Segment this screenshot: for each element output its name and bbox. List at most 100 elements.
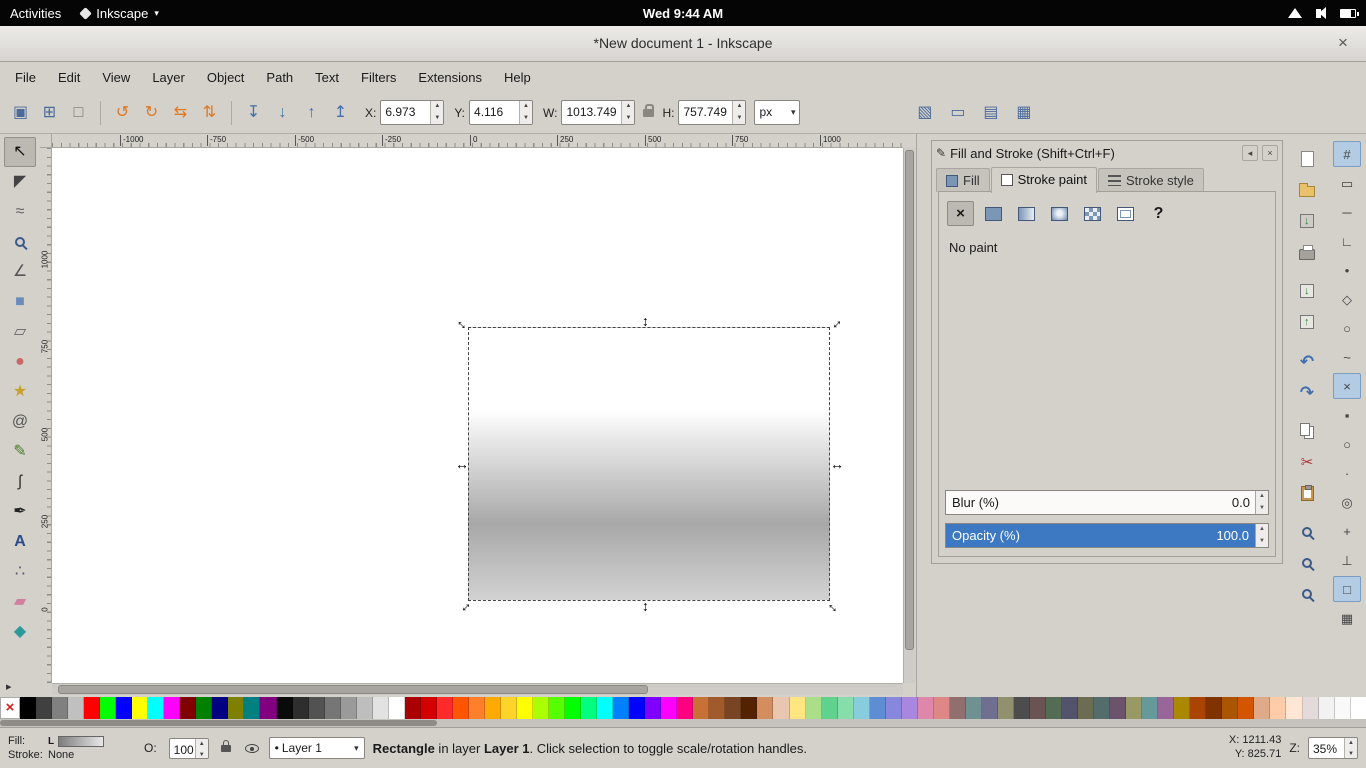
palette-swatch[interactable] — [693, 697, 709, 719]
palette-swatch[interactable] — [1222, 697, 1238, 719]
palette-swatch[interactable] — [36, 697, 52, 719]
palette-swatch[interactable] — [886, 697, 902, 719]
horizontal-scrollbar-thumb[interactable] — [58, 685, 648, 694]
flip-vertical-button[interactable]: ⇅ — [195, 98, 224, 127]
y-spin-down[interactable]: ▼ — [520, 113, 532, 125]
lower-button[interactable]: ↓ — [268, 98, 297, 127]
palette-swatch[interactable] — [709, 697, 725, 719]
paint-radial-gradient-button[interactable] — [1046, 201, 1073, 226]
palette-swatch[interactable] — [1078, 697, 1094, 719]
x-spin-down[interactable]: ▼ — [431, 113, 443, 125]
horizontal-scrollbar[interactable] — [52, 683, 903, 695]
height-spinner[interactable]: ▲▼ — [732, 101, 745, 124]
rotate-ccw-button[interactable]: ↺ — [108, 98, 137, 127]
palette-swatch[interactable] — [228, 697, 244, 719]
palette-swatch[interactable] — [260, 697, 276, 719]
palette-swatch[interactable] — [629, 697, 645, 719]
vertical-scrollbar-thumb[interactable] — [905, 150, 914, 650]
flip-horizontal-button[interactable]: ⇆ — [166, 98, 195, 127]
y-value[interactable]: 4.116 — [470, 101, 519, 124]
palette-swatch[interactable] — [309, 697, 325, 719]
snap-page-border-toggle[interactable]: □ — [1333, 576, 1361, 602]
palette-swatch[interactable] — [1158, 697, 1174, 719]
palette-swatch[interactable] — [1335, 697, 1351, 719]
width-value[interactable]: 1013.749 — [562, 101, 621, 124]
object-opacity-down[interactable]: ▼ — [196, 750, 208, 759]
height-spin-down[interactable]: ▼ — [733, 113, 745, 125]
palette-swatch[interactable] — [1351, 697, 1366, 719]
paint-pattern-button[interactable] — [1079, 201, 1106, 226]
object-opacity-spinner[interactable]: ▲▼ — [195, 739, 208, 758]
horizontal-ruler[interactable]: -1000-750-500-25002505007501000 — [52, 134, 903, 148]
y-input[interactable]: 4.116 ▲▼ — [469, 100, 533, 125]
selection-handle-w[interactable]: ↔ — [455, 457, 468, 470]
palette-swatch[interactable] — [437, 697, 453, 719]
paint-bucket-tool[interactable]: ◆ — [4, 617, 36, 647]
palette-scrollbar-thumb[interactable] — [0, 720, 437, 726]
copy-button[interactable] — [1292, 417, 1322, 445]
tweak-tool[interactable]: ≈ — [4, 197, 36, 227]
menu-filters[interactable]: Filters — [350, 65, 407, 90]
lower-to-bottom-button[interactable]: ↧ — [239, 98, 268, 127]
x-spin-up[interactable]: ▲ — [431, 101, 443, 113]
menu-help[interactable]: Help — [493, 65, 542, 90]
export-button[interactable] — [1292, 308, 1322, 336]
snap-bbox-toggle[interactable]: ▭ — [1333, 170, 1361, 196]
fill-stroke-indicator[interactable]: Fill: L Stroke: None — [8, 735, 136, 761]
selector-tool[interactable]: ↖ — [4, 137, 36, 167]
rectangle-tool[interactable]: ■ — [4, 287, 36, 317]
calligraphy-tool[interactable]: ✒ — [4, 497, 36, 527]
palette-swatch[interactable] — [196, 697, 212, 719]
vertical-scrollbar[interactable] — [903, 148, 915, 683]
palette-swatch[interactable] — [164, 697, 180, 719]
palette-swatch[interactable] — [741, 697, 757, 719]
palette-swatch[interactable] — [854, 697, 870, 719]
palette-swatch[interactable] — [84, 697, 100, 719]
palette-swatch[interactable] — [1190, 697, 1206, 719]
height-value[interactable]: 757.749 — [679, 101, 732, 124]
palette-swatch[interactable] — [725, 697, 741, 719]
palette-swatch[interactable] — [677, 697, 693, 719]
select-all-layers-button[interactable]: ⊞ — [35, 98, 64, 127]
width-spinner[interactable]: ▲▼ — [621, 101, 634, 124]
rotate-cw-button[interactable]: ↻ — [137, 98, 166, 127]
palette-swatch[interactable] — [870, 697, 886, 719]
menu-file[interactable]: File — [4, 65, 47, 90]
palette-swatch[interactable] — [469, 697, 485, 719]
palette-swatch[interactable] — [645, 697, 661, 719]
tab-fill[interactable]: Fill — [936, 168, 990, 192]
zoom-spinner[interactable]: ▲▼ — [1344, 738, 1357, 758]
x-input[interactable]: 6.973 ▲▼ — [380, 100, 444, 125]
menu-view[interactable]: View — [91, 65, 141, 90]
palette-swatch[interactable] — [389, 697, 405, 719]
layer-select[interactable]: • Layer 1 ▾ — [269, 737, 365, 759]
palette-swatch[interactable] — [293, 697, 309, 719]
snap-text-baseline-toggle[interactable]: ⊥ — [1333, 547, 1361, 573]
snap-smooth-node-toggle[interactable]: ○ — [1333, 431, 1361, 457]
palette-swatch[interactable] — [661, 697, 677, 719]
palette-swatch[interactable] — [325, 697, 341, 719]
height-spin-up[interactable]: ▲ — [733, 101, 745, 113]
palette-swatch[interactable] — [950, 697, 966, 719]
layer-visibility-toggle[interactable] — [243, 739, 261, 757]
palette-swatch[interactable] — [1142, 697, 1158, 719]
text-tool[interactable]: A — [4, 527, 36, 557]
snap-master-toggle[interactable]: # — [1333, 141, 1361, 167]
box3d-tool[interactable]: ▱ — [4, 317, 36, 347]
palette-swatch[interactable] — [613, 697, 629, 719]
palette-swatch[interactable] — [1014, 697, 1030, 719]
palette-swatch[interactable] — [277, 697, 293, 719]
measure-tool[interactable]: ∠ — [4, 257, 36, 287]
app-menu[interactable]: Inkscape ▾ — [81, 6, 159, 21]
fill-swatch[interactable] — [58, 736, 104, 747]
palette-swatch[interactable] — [1030, 697, 1046, 719]
palette-swatch[interactable] — [533, 697, 549, 719]
palette-swatch[interactable] — [52, 697, 68, 719]
snap-bbox-center-toggle[interactable]: ◇ — [1333, 286, 1361, 312]
paint-linear-gradient-button[interactable] — [1013, 201, 1040, 226]
palette-swatch[interactable] — [806, 697, 822, 719]
toolbox-expander-button[interactable]: ▸ — [6, 680, 12, 693]
snap-nodes-toggle[interactable]: ○ — [1333, 315, 1361, 341]
pencil-tool[interactable]: ✎ — [4, 437, 36, 467]
move-gradients-toggle[interactable]: ▤ — [976, 98, 1005, 127]
